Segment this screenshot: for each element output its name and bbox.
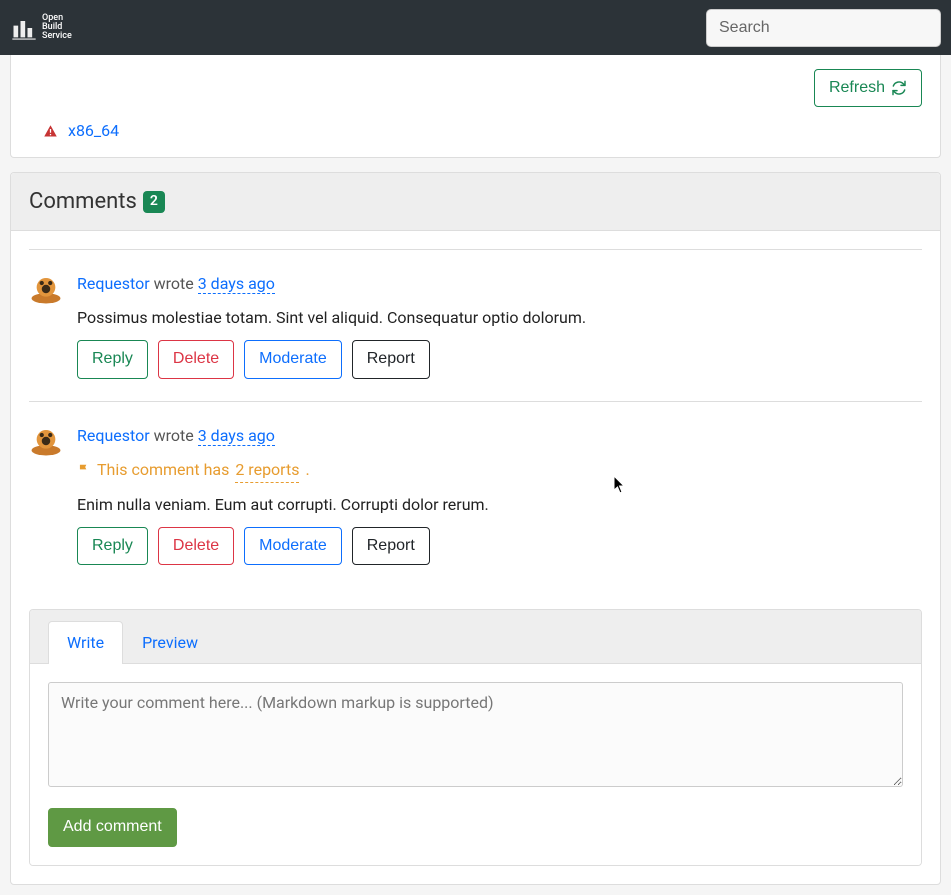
comment-meta: Requestor wrote 3 days ago (77, 424, 922, 448)
moderate-button[interactable]: Moderate (244, 527, 342, 565)
moderate-button[interactable]: Moderate (244, 340, 342, 378)
add-comment-button[interactable]: Add comment (48, 808, 177, 846)
reply-button[interactable]: Reply (77, 340, 148, 378)
search-input[interactable] (706, 9, 941, 47)
comment-meta: Requestor wrote 3 days ago (77, 272, 922, 296)
compose-panel: Write Preview Add comment (29, 609, 922, 865)
comment-text: Enim nulla veniam. Eum aut corrupti. Cor… (77, 493, 922, 517)
comment-time-link[interactable]: 3 days ago (198, 426, 275, 446)
logo[interactable]: Open Build Service (10, 14, 72, 42)
refresh-button[interactable]: Refresh (814, 69, 922, 107)
comments-panel: Comments 2 Requestor wrote (10, 172, 941, 884)
comments-title: Comments (29, 185, 137, 218)
comment-text: Possimus molestiae totam. Sint vel aliqu… (77, 306, 922, 330)
comment-author-link[interactable]: Requestor (77, 426, 150, 445)
reply-button[interactable]: Reply (77, 527, 148, 565)
avatar (29, 274, 63, 304)
build-results-panel: Refresh x86_64 (10, 55, 941, 158)
arch-row: x86_64 (29, 119, 922, 143)
comment-author-link[interactable]: Requestor (77, 274, 150, 293)
logo-icon (10, 14, 38, 42)
report-banner: This comment has 2 reports . (77, 458, 922, 483)
comment-textarea[interactable] (48, 682, 903, 787)
tab-write[interactable]: Write (48, 621, 123, 664)
comment-time-link[interactable]: 3 days ago (198, 274, 275, 294)
comments-count-badge: 2 (143, 191, 165, 213)
tab-preview[interactable]: Preview (123, 621, 217, 664)
logo-text: Open Build Service (42, 14, 72, 41)
refresh-icon (891, 80, 907, 96)
avatar (29, 426, 63, 456)
navbar: Open Build Service (0, 0, 951, 55)
delete-button[interactable]: Delete (158, 527, 234, 565)
report-button[interactable]: Report (352, 340, 430, 378)
comments-header: Comments 2 (11, 173, 940, 231)
delete-button[interactable]: Delete (158, 340, 234, 378)
comment: Requestor wrote 3 days ago This comment … (29, 402, 922, 587)
warning-icon (43, 124, 58, 139)
comment: Requestor wrote 3 days ago Possimus mole… (29, 250, 922, 401)
flag-icon (77, 463, 91, 477)
refresh-label: Refresh (829, 77, 885, 99)
report-button[interactable]: Report (352, 527, 430, 565)
compose-tabs: Write Preview (30, 610, 921, 664)
comment-actions: Reply Delete Moderate Report (77, 527, 922, 565)
arch-link-x86-64[interactable]: x86_64 (68, 119, 119, 143)
comment-actions: Reply Delete Moderate Report (77, 340, 922, 378)
reports-link[interactable]: 2 reports (235, 458, 299, 483)
